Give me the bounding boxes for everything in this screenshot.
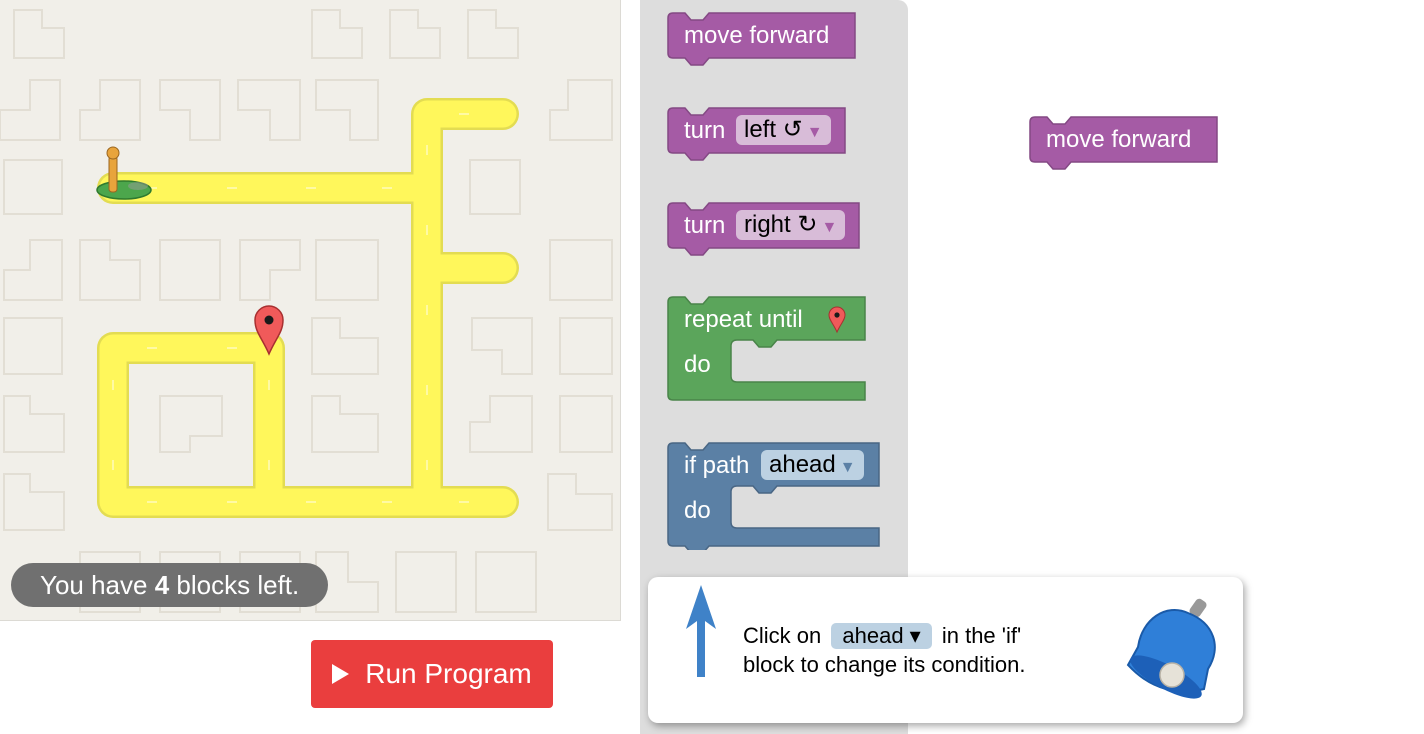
hint-line-after: in the 'if': [941, 623, 1022, 648]
capacity-count: 4: [154, 570, 170, 600]
do-label: do: [684, 351, 711, 378]
block-label: turn: [684, 212, 726, 239]
hint-line-2: block to change its condition.: [743, 652, 1026, 677]
dropdown-value: ahead: [769, 451, 836, 478]
background-tiles: [0, 9, 613, 613]
turn-left-dropdown[interactable]: left ↺ ▼: [736, 115, 831, 145]
toolbox-if-path-block[interactable]: if path ahead ▼ do: [667, 442, 881, 550]
toolbox-turn-right-block[interactable]: turn right ↻ ▼: [667, 202, 861, 258]
dropdown-arrow-icon: ▼: [821, 219, 838, 236]
block-label: repeat until: [684, 306, 803, 333]
block-label: if path: [684, 452, 750, 479]
run-program-label: Run Program: [365, 658, 532, 689]
toolbox-turn-left-block[interactable]: turn left ↺ ▼: [667, 107, 847, 163]
if-path-direction-dropdown[interactable]: ahead ▼: [761, 450, 864, 480]
dropdown-arrow-icon: ▼: [806, 124, 823, 141]
arrow-up-icon: [686, 585, 716, 677]
maze-drawing: [0, 9, 613, 613]
ahead-dropdown-chip: ahead ▾: [831, 623, 932, 649]
dropdown-value: right ↻: [744, 211, 818, 238]
blocks-left-bubble: You have 4 blocks left.: [11, 563, 329, 607]
workspace-move-forward-block[interactable]: move forward: [1029, 116, 1219, 172]
finish-marker-icon: [828, 306, 846, 334]
hint-text: Click on ahead ▾ in the 'if' block to ch…: [743, 621, 1026, 679]
turn-right-dropdown[interactable]: right ↻ ▼: [736, 210, 846, 240]
toolbox-repeat-until-block[interactable]: repeat until do: [667, 296, 867, 404]
dropdown-value: left ↺: [744, 116, 803, 143]
block-label: turn: [684, 117, 726, 144]
maze-canvas: You have 4 blocks left.: [0, 0, 621, 621]
run-program-button[interactable]: Run Program: [311, 640, 553, 708]
do-label: do: [684, 497, 711, 524]
play-icon: [332, 664, 350, 684]
block-label: move forward: [1046, 126, 1192, 153]
maze-path: [97, 98, 519, 518]
hint-line-before: Click on: [743, 623, 822, 648]
block-label: move forward: [684, 22, 830, 49]
capacity-prefix: You have: [40, 570, 148, 600]
toolbox-move-forward-block[interactable]: move forward: [667, 12, 857, 68]
hint-bubble: Click on ahead ▾ in the 'if' block to ch…: [648, 577, 1243, 723]
bell-icon: [1126, 598, 1216, 699]
dropdown-arrow-icon: ▼: [839, 459, 856, 476]
capacity-suffix: blocks left.: [176, 570, 300, 600]
